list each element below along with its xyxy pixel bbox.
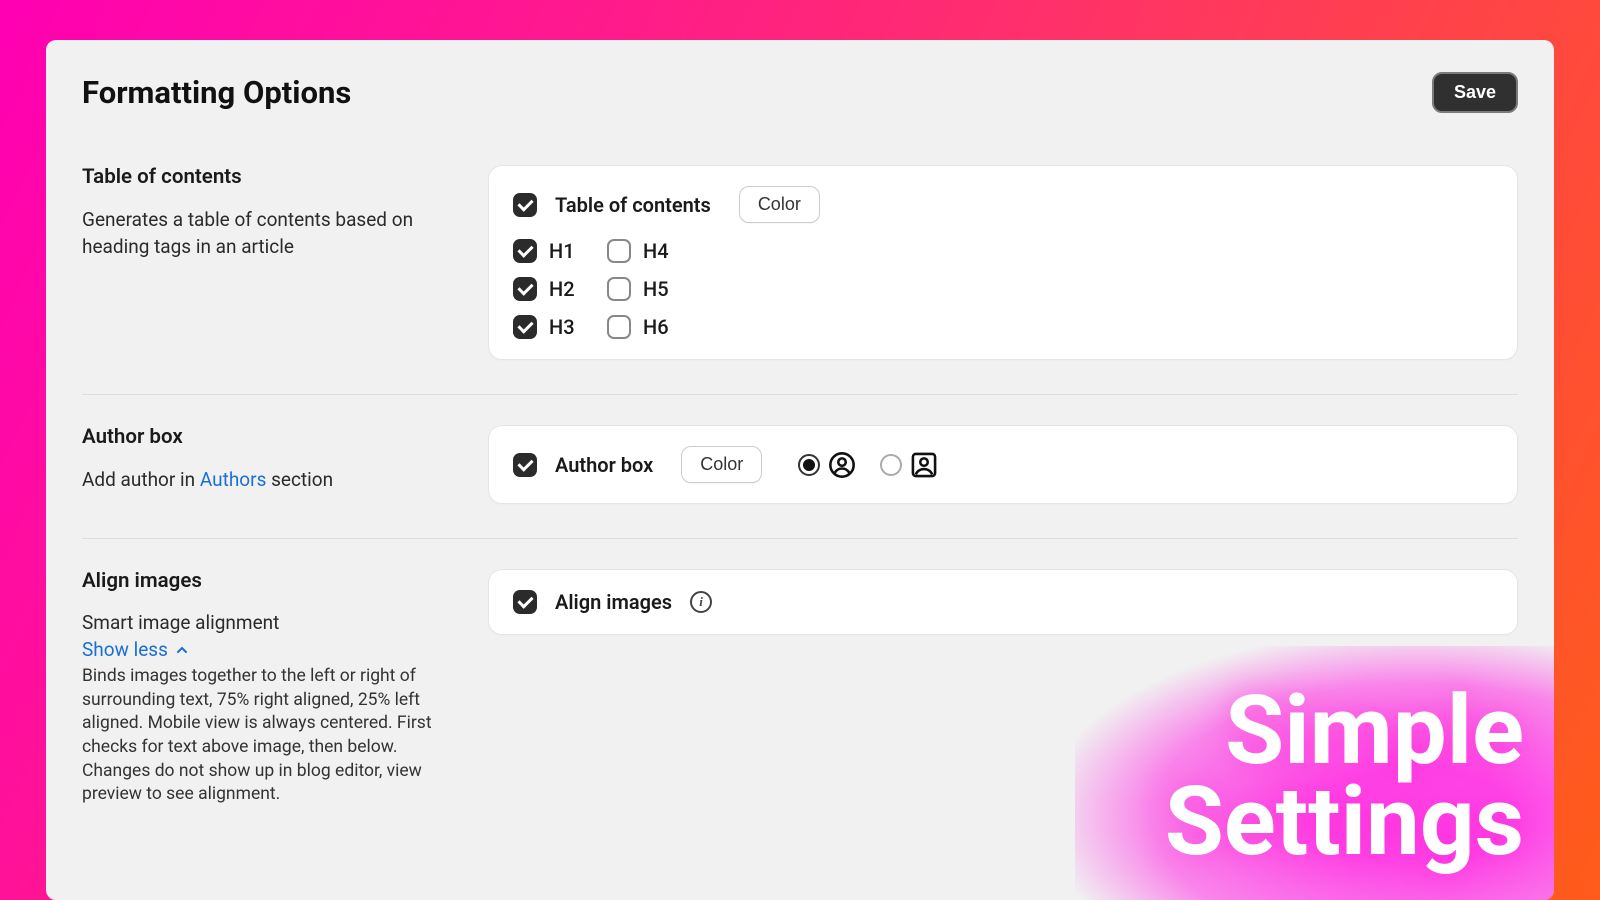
toc-h2-label: H2 bbox=[549, 277, 577, 301]
align-enable-checkbox[interactable] bbox=[513, 590, 537, 614]
author-card: Author box Color bbox=[488, 425, 1518, 504]
align-detail: Binds images together to the left or rig… bbox=[82, 665, 458, 807]
chevron-up-icon bbox=[174, 642, 190, 658]
section-toc: Table of contents Generates a table of c… bbox=[82, 165, 1518, 395]
toc-card: Table of contents Color H1 H4 H2 H5 H3 H… bbox=[488, 165, 1518, 360]
toc-h2-checkbox[interactable] bbox=[513, 277, 537, 301]
author-desc-suffix: section bbox=[266, 468, 333, 491]
authors-link[interactable]: Authors bbox=[200, 468, 267, 491]
toc-h3-checkbox[interactable] bbox=[513, 315, 537, 339]
header-row: Formatting Options Save bbox=[82, 72, 1518, 113]
align-showless-toggle[interactable]: Show less bbox=[82, 638, 190, 661]
align-option-label: Align images bbox=[555, 590, 672, 614]
page-title: Formatting Options bbox=[82, 74, 351, 111]
toc-h1-checkbox[interactable] bbox=[513, 239, 537, 263]
toc-h6-label: H6 bbox=[643, 315, 671, 339]
avatar-square-icon bbox=[910, 451, 938, 479]
settings-panel: Formatting Options Save Table of content… bbox=[46, 40, 1554, 900]
align-title: Align images bbox=[82, 569, 458, 593]
toc-h5-label: H5 bbox=[643, 277, 671, 301]
align-toggle-label: Show less bbox=[82, 638, 168, 661]
author-style-circle-radio[interactable] bbox=[798, 454, 820, 476]
avatar-circle-icon bbox=[828, 451, 856, 479]
author-desc-prefix: Add author in bbox=[82, 468, 200, 491]
author-desc: Add author in Authors section bbox=[82, 467, 458, 494]
author-enable-checkbox[interactable] bbox=[513, 453, 537, 477]
toc-h1-label: H1 bbox=[549, 239, 577, 263]
section-align: Align images Smart image alignment Show … bbox=[82, 569, 1518, 841]
toc-color-button[interactable]: Color bbox=[739, 186, 820, 223]
author-style-radios bbox=[798, 451, 938, 479]
toc-h4-checkbox[interactable] bbox=[607, 239, 631, 263]
info-icon[interactable]: i bbox=[690, 591, 712, 613]
toc-h4-label: H4 bbox=[643, 239, 671, 263]
toc-h6-checkbox[interactable] bbox=[607, 315, 631, 339]
section-author: Author box Add author in Authors section… bbox=[82, 425, 1518, 539]
author-title: Author box bbox=[82, 425, 458, 449]
toc-h3-label: H3 bbox=[549, 315, 577, 339]
align-subdesc: Smart image alignment bbox=[82, 611, 458, 634]
author-style-square-radio[interactable] bbox=[880, 454, 902, 476]
align-card: Align images i bbox=[488, 569, 1518, 635]
toc-heading-grid: H1 H4 H2 H5 H3 H6 bbox=[513, 239, 671, 339]
toc-option-label: Table of contents bbox=[555, 193, 711, 217]
author-option-label: Author box bbox=[555, 453, 653, 477]
toc-desc: Generates a table of contents based on h… bbox=[82, 207, 458, 260]
toc-enable-checkbox[interactable] bbox=[513, 193, 537, 217]
toc-title: Table of contents bbox=[82, 165, 458, 189]
toc-h5-checkbox[interactable] bbox=[607, 277, 631, 301]
save-button[interactable]: Save bbox=[1432, 72, 1518, 113]
author-color-button[interactable]: Color bbox=[681, 446, 762, 483]
